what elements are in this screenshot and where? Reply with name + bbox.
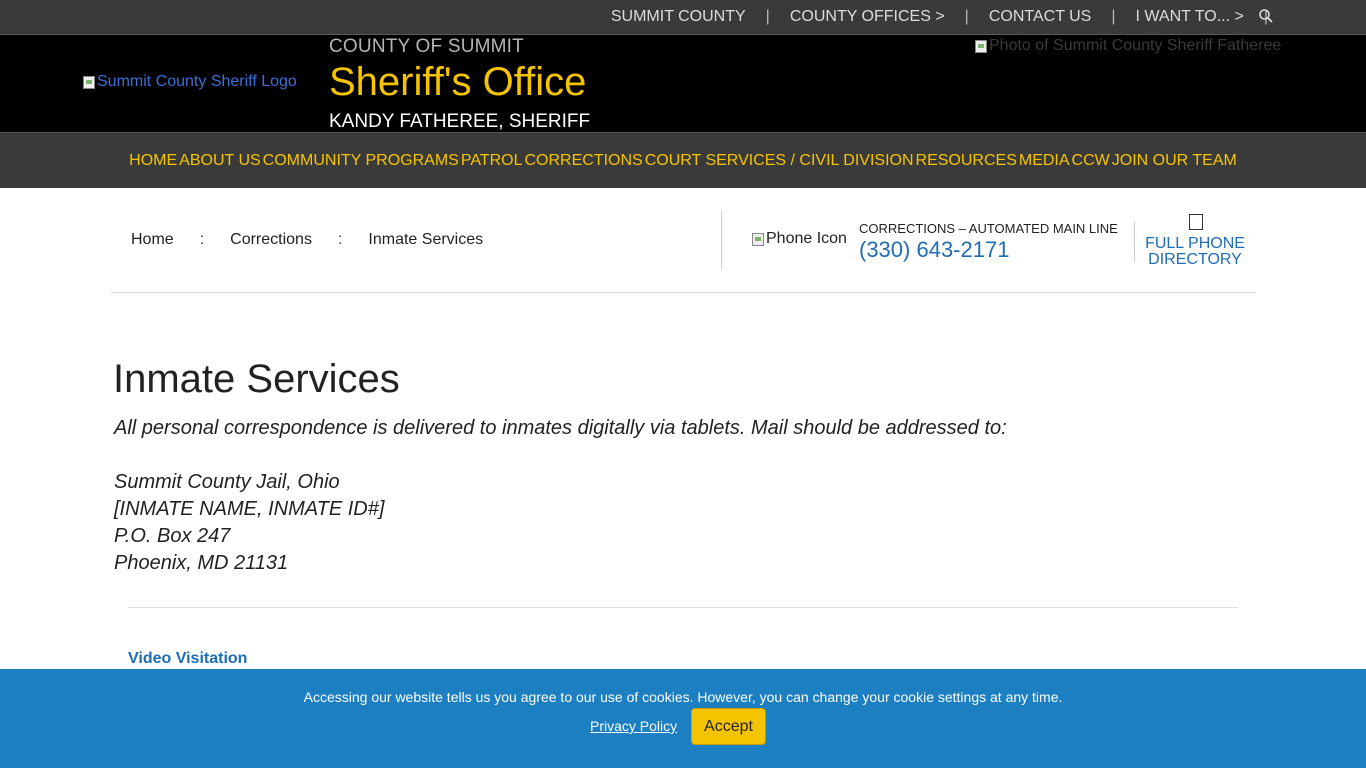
address-line: [INMATE NAME, INMATE ID#] [114,498,385,520]
address-line: P.O. Box 247 [114,525,231,547]
divider [721,211,722,269]
breadcrumb: Home : Corrections : Inmate Services [131,231,483,249]
broken-image-icon [752,232,764,246]
breadcrumb-home[interactable]: Home [131,231,174,249]
breadcrumb-current: Inmate Services [368,231,484,248]
utility-links: SUMMIT COUNTY | COUNTY OFFICES > | CONTA… [591,0,1268,34]
sheriff-photo: Photo of Summit County Sheriff Fatheree [975,37,1281,55]
county-label: COUNTY OF SUMMIT [329,36,524,57]
sheriff-name: KANDY FATHEREE, SHERIFF [329,111,591,132]
video-visitation-link[interactable]: Video Visitation [128,650,247,668]
cookie-banner: Accessing our website tells us you agree… [0,669,1366,768]
office-title: Sheriff's Office [329,60,587,104]
search-icon[interactable] [1258,8,1274,24]
mail-instructions: All personal correspondence is delivered… [114,415,1007,577]
document-icon[interactable] [1189,214,1203,230]
nav-resources[interactable]: RESOURCES [915,152,1018,170]
broken-image-icon [975,39,987,53]
nav-corrections[interactable]: CORRECTIONS [523,152,643,170]
address-line: Summit County Jail, Ohio [114,471,340,493]
content-divider [128,607,1238,608]
main-navigation: HOME ABOUT US COMMUNITY PROGRAMS PATROL … [0,133,1366,188]
divider [1134,221,1135,263]
nav-patrol[interactable]: PATROL [460,152,524,170]
nav-about-us[interactable]: ABOUT US [178,152,262,170]
nav-join-our-team[interactable]: JOIN OUR TEAM [1111,152,1238,170]
phone-number-link[interactable]: (330) 643-2171 [859,237,1009,263]
intro-text: All personal correspondence is delivered… [114,417,1007,439]
nav-home[interactable]: HOME [128,152,178,170]
photo-alt-text: Photo of Summit County Sheriff Fatheree [989,37,1282,54]
phone-icon: Phone Icon [752,230,847,248]
phone-line-label: CORRECTIONS – AUTOMATED MAIN LINE [859,221,1118,236]
breadcrumb-separator: : [199,231,205,248]
utility-bar: SUMMIT COUNTY | COUNTY OFFICES > | CONTA… [0,0,1366,35]
nav-media[interactable]: MEDIA [1018,152,1071,170]
full-phone-directory-link[interactable]: FULL PHONE DIRECTORY [1139,236,1251,268]
phone-icon-alt-text: Phone Icon [766,230,847,247]
cookie-message: Accessing our website tells us you agree… [303,689,1063,705]
accept-cookies-button[interactable]: Accept [691,708,766,745]
i-want-to-link[interactable]: I WANT TO... > [1116,8,1264,26]
directory-line-2: DIRECTORY [1148,251,1242,268]
address-line: Phoenix, MD 21131 [114,552,289,574]
privacy-policy-link[interactable]: Privacy Policy [590,718,677,734]
nav-items: HOME ABOUT US COMMUNITY PROGRAMS PATROL … [0,133,1366,188]
contact-us-link[interactable]: CONTACT US [969,8,1112,26]
nav-community-programs[interactable]: COMMUNITY PROGRAMS [262,152,460,170]
summit-county-link[interactable]: SUMMIT COUNTY [591,8,766,26]
logo-alt-text: Summit County Sheriff Logo [97,73,297,90]
page-title: Inmate Services [113,357,400,401]
county-offices-link[interactable]: COUNTY OFFICES > [770,8,965,26]
nav-ccw[interactable]: CCW [1071,152,1111,170]
nav-court-services[interactable]: COURT SERVICES / CIVIL DIVISION [644,152,915,170]
sheriff-logo[interactable]: Summit County Sheriff Logo [83,73,297,91]
breadcrumb-corrections[interactable]: Corrections [230,231,312,249]
site-header: Summit County Sheriff Logo COUNTY OF SUM… [0,35,1366,133]
broken-image-icon [83,75,95,89]
directory-line-1: FULL PHONE [1145,235,1245,252]
breadcrumb-separator: : [337,231,343,248]
breadcrumb-row: Home : Corrections : Inmate Services Pho… [111,188,1256,293]
